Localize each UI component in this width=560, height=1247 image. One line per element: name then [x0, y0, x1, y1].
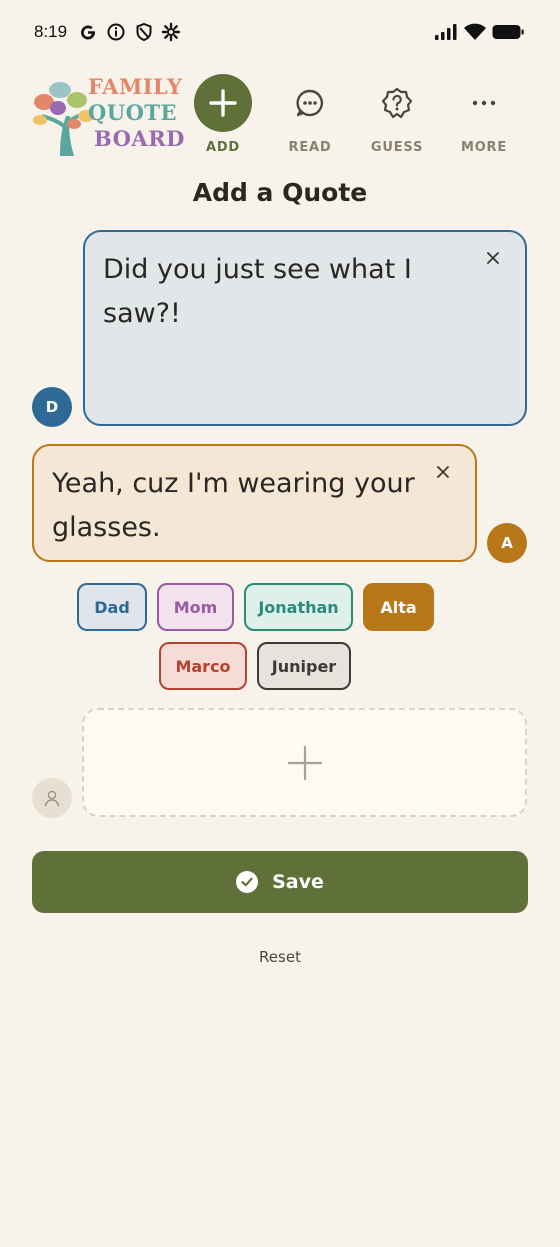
quote-text[interactable]: Did you just see what I saw?!	[103, 254, 412, 329]
chip-label: Mom	[173, 597, 218, 617]
nav-guess-label: GUESS	[370, 140, 424, 155]
google-icon	[81, 25, 96, 40]
quote-bubble[interactable]: Did you just see what I saw?!	[83, 230, 527, 426]
avatar-placeholder[interactable]	[32, 778, 72, 818]
status-bar: 8:19	[0, 0, 560, 66]
wifi-icon	[464, 23, 486, 40]
more-dots-icon	[455, 74, 513, 132]
save-label: Save	[272, 871, 324, 893]
quote-text[interactable]: Yeah, cuz I'm wearing your glasses.	[52, 468, 415, 543]
avatar[interactable]: D	[32, 387, 72, 427]
save-button[interactable]: Save	[32, 851, 528, 913]
app-logo: FAMILY QUOTE BOARD	[30, 72, 184, 158]
nav-guess[interactable]: GUESS	[358, 72, 436, 158]
person-chip-jonathan[interactable]: Jonathan	[244, 583, 353, 631]
logo-line-3: BOARD	[94, 126, 185, 151]
chip-label: Marco	[175, 656, 231, 676]
close-icon[interactable]	[481, 246, 505, 270]
avatar[interactable]: A	[487, 523, 527, 563]
page-title: Add a Quote	[192, 178, 368, 207]
reset-button[interactable]: Reset	[0, 948, 560, 966]
logo-line-1: FAMILY	[88, 74, 183, 99]
nav-more[interactable]: MORE	[445, 72, 523, 158]
check-circle-icon	[236, 871, 259, 893]
avatar-initial: D	[45, 398, 59, 416]
info-icon	[107, 23, 125, 41]
nav-add[interactable]: ADD	[184, 72, 262, 158]
chat-bubble-icon	[281, 74, 339, 132]
battery-icon	[492, 25, 524, 39]
gear-icon	[161, 22, 181, 42]
chip-label: Jonathan	[258, 597, 339, 617]
person-chip-juniper[interactable]: Juniper	[257, 642, 351, 690]
chip-label: Alta	[380, 597, 417, 617]
question-badge-icon	[368, 74, 426, 132]
nav-add-label: ADD	[205, 140, 241, 155]
nav-more-label: MORE	[460, 140, 508, 155]
plus-icon	[287, 745, 322, 780]
reset-label[interactable]: Reset	[259, 948, 301, 966]
nav-read[interactable]: READ	[271, 72, 349, 158]
nav-read-label: READ	[288, 140, 332, 155]
status-time: 8:19	[34, 22, 68, 41]
quote-bubble[interactable]: Yeah, cuz I'm wearing your glasses.	[32, 444, 477, 562]
shield-icon	[136, 22, 152, 42]
person-chip-mom[interactable]: Mom	[157, 583, 234, 631]
avatar-initial: A	[501, 534, 513, 552]
person-chip-marco[interactable]: Marco	[159, 642, 247, 690]
add-line-button[interactable]	[82, 708, 527, 817]
logo-line-2: QUOTE	[88, 100, 178, 125]
close-icon[interactable]	[431, 460, 455, 484]
person-chip-dad[interactable]: Dad	[77, 583, 147, 631]
person-icon	[44, 790, 60, 807]
chip-label: Dad	[94, 597, 130, 617]
signal-icon	[435, 24, 457, 40]
chip-label: Juniper	[271, 656, 337, 676]
plus-icon	[194, 74, 252, 132]
person-chip-alta[interactable]: Alta	[363, 583, 434, 631]
